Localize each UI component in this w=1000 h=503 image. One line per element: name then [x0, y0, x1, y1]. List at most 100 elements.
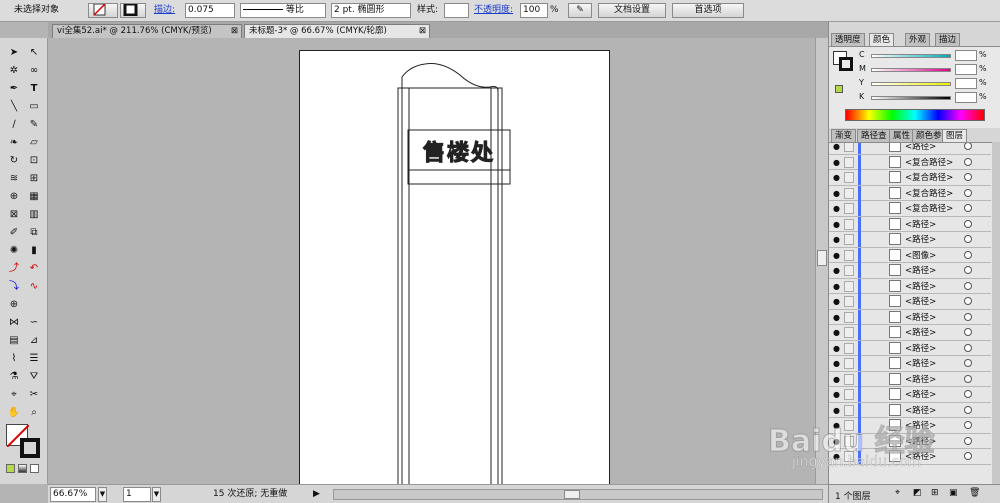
target-icon[interactable] [964, 343, 972, 352]
crosshair-tool-icon[interactable]: ⊕ [4, 296, 24, 314]
lock-toggle[interactable] [844, 172, 854, 183]
magenta-slider[interactable]: M % [859, 64, 987, 76]
tab-pathfinder[interactable]: 路径查 [857, 129, 891, 142]
layer-name[interactable]: <路径> [905, 264, 936, 276]
tab-layers[interactable]: 图层 [942, 129, 968, 142]
eye-icon[interactable]: ● [831, 374, 842, 385]
type-tool-icon[interactable]: T [24, 80, 44, 98]
stroke-weight-field[interactable]: 0.075 [185, 3, 235, 18]
target-icon[interactable] [964, 390, 972, 398]
artboard-number-field[interactable]: 1 [123, 487, 151, 502]
slider-track[interactable] [871, 54, 951, 58]
target-icon[interactable] [964, 328, 972, 336]
width-tool-icon[interactable]: ⋈ [4, 314, 24, 332]
target-icon[interactable] [964, 452, 972, 460]
layer-name[interactable]: <复合路径> [905, 171, 953, 183]
last-color-swatch[interactable] [835, 85, 843, 93]
warp-tool-icon[interactable]: ≋ [4, 170, 24, 188]
tab-vi-document[interactable]: vi全集52.ai* @ 211.76% (CMYK/预览) ⊠ [52, 24, 242, 38]
scale-tool-icon[interactable]: ⊡ [24, 152, 44, 170]
artboard-tool-icon[interactable]: ⊿ [24, 332, 44, 350]
play-arrow-icon[interactable]: ▶ [313, 487, 320, 502]
stroke-color-button[interactable] [120, 2, 146, 18]
target-icon[interactable] [964, 235, 972, 243]
lock-toggle[interactable] [844, 342, 854, 354]
layer-row[interactable]: ● <路径> [829, 294, 991, 310]
artboard[interactable]: 售楼处 [299, 50, 610, 484]
eye-icon[interactable]: ● [831, 281, 842, 292]
rectangle-tool-icon[interactable]: ▭ [24, 98, 44, 116]
opacity-field[interactable]: 100 [520, 3, 548, 18]
target-icon[interactable] [964, 204, 972, 212]
layer-row[interactable]: ● <复合路径> [829, 185, 991, 201]
layer-name[interactable]: <路径> [905, 218, 936, 230]
twirl-tool-icon[interactable]: ⌇ [4, 350, 24, 368]
eye-icon[interactable]: ● [831, 219, 842, 230]
fill-color-button[interactable] [88, 3, 118, 18]
layer-name[interactable]: <路径> [905, 311, 936, 323]
close-icon[interactable]: ⊠ [231, 25, 238, 38]
tab-untitled-document[interactable]: 未标题-3* @ 66.67% (CMYK/轮廓) ⊠ [244, 24, 430, 38]
convert-anchor-tool-icon[interactable]: ↶ [24, 260, 44, 278]
layer-name[interactable]: <路径> [905, 404, 936, 416]
eye-icon[interactable]: ● [831, 327, 842, 338]
tab-attributes[interactable]: 属性 [889, 129, 915, 142]
blob-brush-tool-icon[interactable]: ❧ [4, 134, 24, 152]
stroke-link[interactable]: 描边: [154, 3, 175, 18]
lock-toggle[interactable] [844, 249, 854, 261]
eye-icon[interactable]: ● [831, 143, 842, 152]
eye-icon[interactable]: ● [831, 265, 842, 276]
zoom-tool-icon[interactable]: ⌕ [24, 404, 44, 422]
eye-icon[interactable]: ● [831, 234, 842, 245]
tab-gradient[interactable]: 渐变 [831, 129, 857, 142]
layer-row[interactable]: ● <路径> [829, 278, 991, 294]
lock-toggle[interactable] [844, 187, 854, 199]
cyan-slider[interactable]: C % [859, 50, 987, 62]
lock-toggle[interactable] [844, 358, 854, 369]
channel-value[interactable] [955, 50, 977, 61]
add-anchor-tool-icon[interactable]: ⤴ [4, 260, 24, 278]
eyedropper-tool-icon[interactable]: ✐ [4, 224, 24, 242]
layer-row[interactable]: ● <路径> [829, 371, 991, 387]
tab-appearance[interactable]: 外观 [905, 33, 931, 46]
target-icon[interactable] [964, 173, 972, 181]
layer-name[interactable]: <路径> [905, 233, 936, 245]
close-icon[interactable]: ⊠ [419, 25, 426, 38]
make-clipping-mask-icon[interactable]: ◩ [913, 488, 922, 498]
recolor-artwork-button[interactable]: ✎ [568, 3, 592, 18]
lock-toggle[interactable] [844, 280, 854, 292]
lasso-tool-icon[interactable]: ∞ [24, 62, 44, 80]
live-paint-tool-icon[interactable]: ⚗ [4, 368, 24, 386]
free-transform-tool-icon[interactable]: ⊞ [24, 170, 44, 188]
rotate-tool-icon[interactable]: ↻ [4, 152, 24, 170]
paintbrush-tool-icon[interactable]: ∕ [4, 116, 24, 134]
scissors-tool-icon[interactable]: ✂ [24, 386, 44, 404]
slider-track[interactable] [871, 82, 951, 86]
eraser-tool-icon[interactable]: ▱ [24, 134, 44, 152]
layer-name[interactable]: <路径> [905, 326, 936, 338]
lock-toggle[interactable] [844, 203, 854, 214]
layer-name[interactable]: <路径> [905, 388, 936, 400]
lock-toggle[interactable] [844, 311, 854, 323]
eye-icon[interactable]: ● [831, 358, 842, 369]
eye-icon[interactable]: ● [831, 296, 842, 307]
perspective-grid-tool-icon[interactable]: ▦ [24, 188, 44, 206]
scrollbar-thumb[interactable] [564, 490, 580, 499]
canvas[interactable]: 售楼处 [48, 38, 815, 484]
stroke-swatch[interactable] [839, 57, 853, 71]
lock-toggle[interactable] [844, 218, 854, 230]
align-tool-icon[interactable]: ☰ [24, 350, 44, 368]
tab-color[interactable]: 颜色 [869, 33, 895, 46]
target-icon[interactable] [964, 157, 972, 166]
color-mode-button[interactable] [6, 464, 15, 473]
target-icon[interactable] [964, 143, 972, 150]
new-sublayer-icon[interactable]: ⊞ [931, 488, 939, 498]
reshape-tool-icon[interactable]: ∽ [24, 314, 44, 332]
stroke-swatch[interactable] [20, 438, 40, 458]
layer-name[interactable]: <图像> [905, 249, 936, 261]
graphic-style-picker[interactable] [444, 3, 469, 18]
eye-icon[interactable]: ● [831, 172, 842, 183]
layer-name[interactable]: <复合路径> [905, 187, 953, 199]
lock-toggle[interactable] [844, 234, 854, 245]
layer-name[interactable]: <复合路径> [905, 202, 953, 214]
